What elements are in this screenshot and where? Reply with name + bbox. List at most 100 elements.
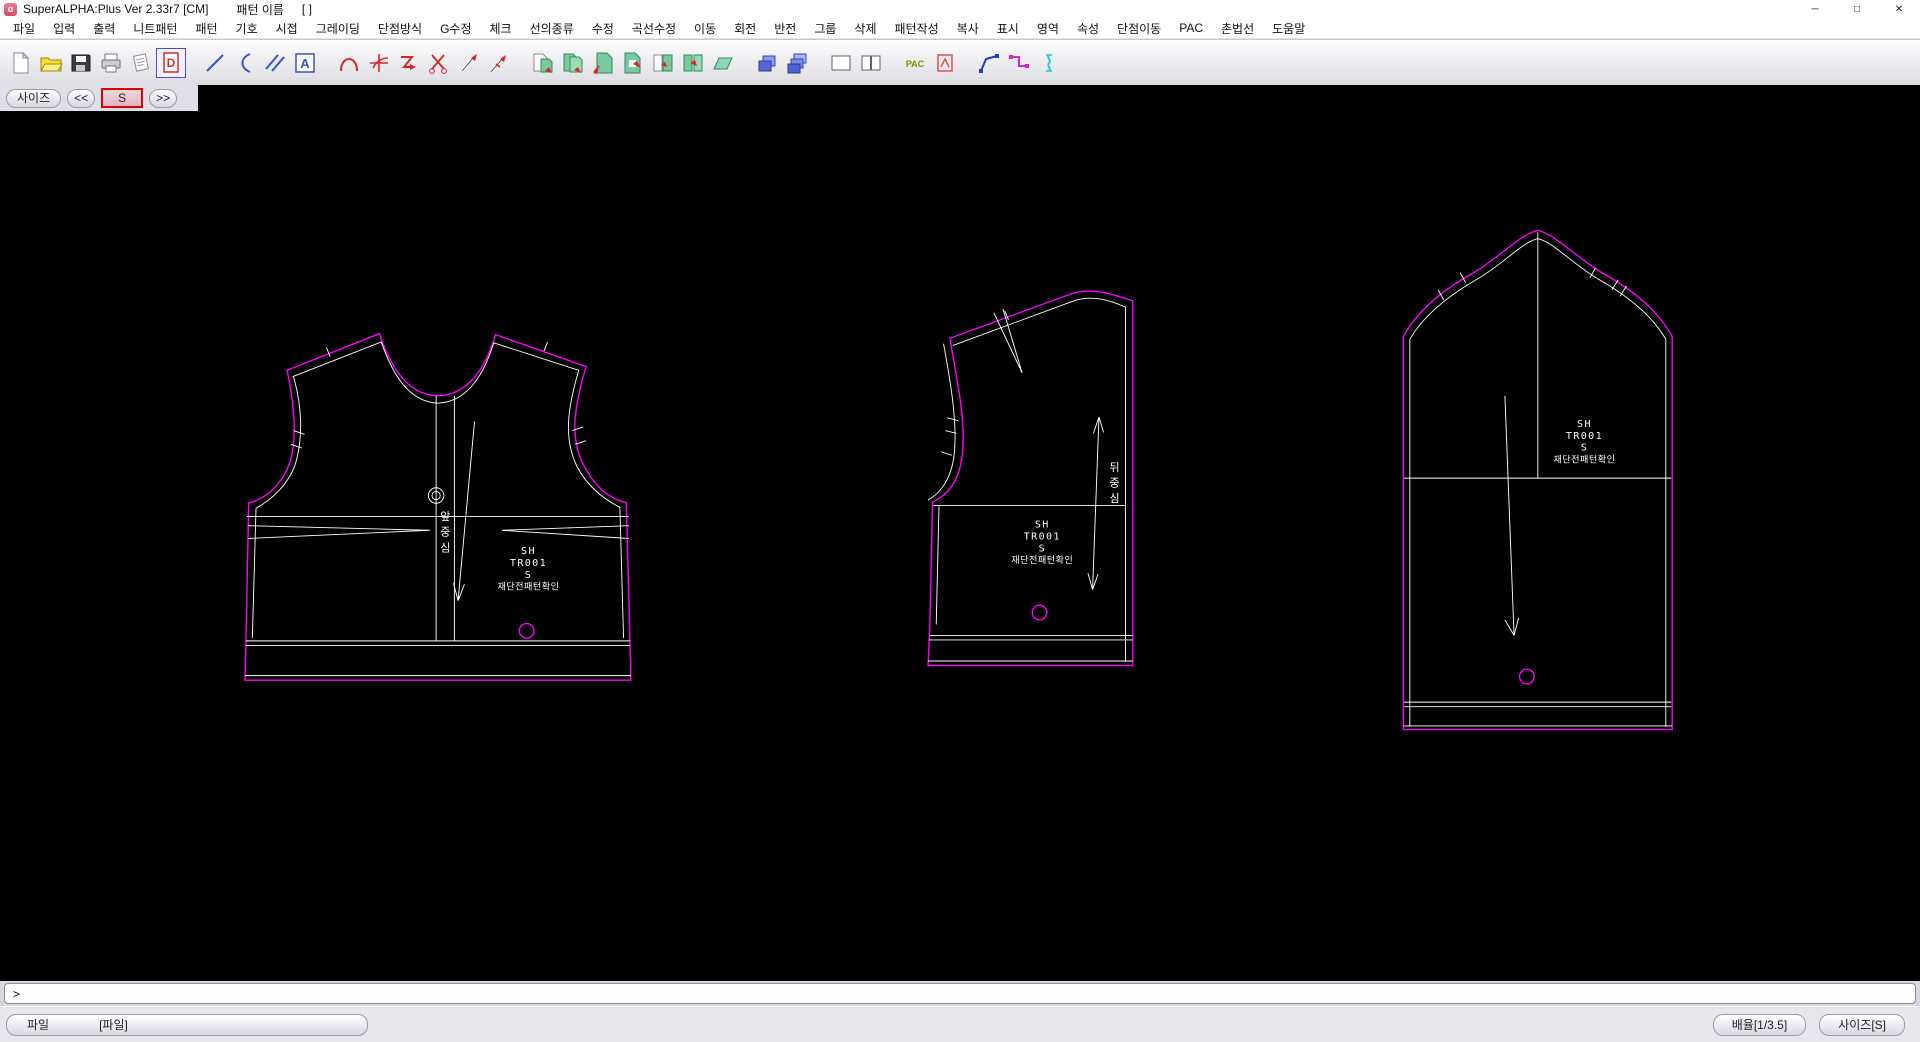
menu-item-property[interactable]: 속성 [1068, 20, 1108, 37]
minimize-button[interactable]: ─ [1794, 0, 1836, 18]
command-input[interactable]: > [4, 983, 1916, 1004]
menu-item-file[interactable]: 파일 [4, 20, 44, 37]
menu-item-edit[interactable]: 수정 [583, 20, 623, 37]
line-tool-button[interactable] [200, 48, 230, 78]
line-tool-icon [203, 51, 227, 75]
menu-item-knit-pattern[interactable]: 니트패턴 [124, 20, 186, 37]
print-button[interactable] [96, 48, 126, 78]
frame-tool-button[interactable] [826, 48, 856, 78]
pattern-join-icon [651, 51, 675, 75]
menu-bar: 파일 입력 출력 니트패턴 패턴 기호 시접 그레이딩 단점방식 G수정 체크 … [0, 18, 1920, 39]
menu-item-dimension-line[interactable]: 촌법선 [1212, 20, 1263, 37]
sleeve-inner-lines [1403, 232, 1672, 727]
curve-tool-button[interactable] [230, 48, 260, 78]
pattern-extract-button[interactable] [618, 48, 648, 78]
notch-slash2-icon [487, 51, 511, 75]
pattern-cut-button[interactable] [588, 48, 618, 78]
pattern-piece-back-bodice[interactable]: 뒤 중 심 SH TR001 S 재단전패턴확인 [928, 291, 1133, 665]
menu-item-copy[interactable]: 복사 [948, 20, 988, 37]
status-bar: 파일 [파일] 배율[1/3.5] 사이즈[S] [0, 1006, 1920, 1042]
status-file-value: [파일] [99, 1016, 128, 1033]
menu-item-group[interactable]: 그룹 [805, 20, 845, 37]
menu-item-point-move[interactable]: 단점이동 [1108, 20, 1170, 37]
menu-item-pattern[interactable]: 패턴 [186, 20, 226, 37]
size-status-button[interactable]: 사이즈[S] [1819, 1014, 1905, 1036]
menu-item-pac[interactable]: PAC [1170, 21, 1212, 35]
notch-slash-tool-button[interactable] [454, 48, 484, 78]
pattern-piece-front-bodice[interactable]: 앞 중 심 SH TR001 S 재단전패턴확인 [245, 334, 631, 681]
menu-item-line-type[interactable]: 선의종류 [521, 20, 583, 37]
notch-slash-icon [457, 51, 481, 75]
copy-panel-icon [755, 51, 779, 75]
arc-tool-button[interactable] [334, 48, 364, 78]
menu-item-point-method[interactable]: 단점방식 [369, 20, 431, 37]
new-document-button[interactable] [6, 48, 36, 78]
double-frame-icon [859, 51, 883, 75]
scale-button[interactable]: 배율[1/3.5] [1713, 1014, 1806, 1036]
pattern-copy-button[interactable] [558, 48, 588, 78]
close-button[interactable]: ✕ [1878, 0, 1920, 18]
svg-text:TR001: TR001 [1566, 431, 1603, 442]
back-bodice-label: SH [1035, 520, 1050, 531]
tab-size[interactable]: 사이즈 [6, 89, 61, 108]
menu-item-display[interactable]: 표시 [988, 20, 1028, 37]
menu-item-seam-allowance[interactable]: 시접 [267, 20, 307, 37]
pac-export-button[interactable]: PAC [900, 48, 930, 78]
parallel-lines-tool-button[interactable] [260, 48, 290, 78]
menu-item-rotate[interactable]: 회전 [725, 20, 765, 37]
zigzag-arrow-icon [397, 51, 421, 75]
menu-item-help[interactable]: 도움말 [1263, 20, 1314, 37]
double-frame-tool-button[interactable] [856, 48, 886, 78]
menu-item-check[interactable]: 체크 [481, 20, 521, 37]
sleeve-label: SH [1577, 419, 1592, 430]
curve-cross-tool-button[interactable] [364, 48, 394, 78]
menu-item-area[interactable]: 영역 [1028, 20, 1068, 37]
stack-panel-button[interactable] [782, 48, 812, 78]
polyline-blue-button[interactable] [974, 48, 1004, 78]
pattern-canvas-svg[interactable]: 앞 중 심 SH TR001 S 재단전패턴확인 뒤 [0, 85, 1920, 981]
svg-text:S: S [1581, 443, 1588, 454]
menu-item-output[interactable]: 출력 [84, 20, 124, 37]
pattern-new-button[interactable] [528, 48, 558, 78]
menu-item-g-edit[interactable]: G수정 [431, 20, 480, 37]
menu-item-curve-edit[interactable]: 곡선수정 [623, 20, 685, 37]
back-bodice-drill-hole [1032, 605, 1047, 620]
menu-item-mirror[interactable]: 반전 [765, 20, 805, 37]
measure-cyan-button[interactable] [1034, 48, 1064, 78]
pac-doc-button[interactable] [930, 48, 960, 78]
print-page-button[interactable] [126, 48, 156, 78]
menu-item-input[interactable]: 입력 [44, 20, 84, 37]
pattern-piece-sleeve[interactable]: SH TR001 S 재단전패턴확인 [1403, 230, 1672, 729]
polyline-blue-icon [977, 51, 1001, 75]
size-prev-button[interactable]: << [67, 89, 95, 108]
pattern-mirror-button[interactable] [678, 48, 708, 78]
parallelogram-tool-button[interactable] [708, 48, 738, 78]
menu-item-delete[interactable]: 삭제 [845, 20, 885, 37]
dxf-document-button[interactable]: D [156, 48, 186, 78]
open-folder-button[interactable] [36, 48, 66, 78]
scissors-tool-button[interactable] [424, 48, 454, 78]
menu-item-grading[interactable]: 그레이딩 [307, 20, 369, 37]
measure-cyan-icon [1037, 51, 1061, 75]
pattern-mirror-icon [681, 51, 705, 75]
copy-panel-button[interactable] [752, 48, 782, 78]
size-next-button[interactable]: >> [149, 89, 177, 108]
printer-icon [99, 51, 123, 75]
menu-item-symbol[interactable]: 기호 [227, 20, 267, 37]
text-tool-icon: A [293, 51, 317, 75]
svg-text:재단전패턴확인: 재단전패턴확인 [1011, 554, 1073, 566]
menu-item-move[interactable]: 이동 [685, 20, 725, 37]
drawing-canvas[interactable]: 앞 중 심 SH TR001 S 재단전패턴확인 뒤 [0, 85, 1920, 981]
save-button[interactable] [66, 48, 96, 78]
polyline-magenta-button[interactable] [1004, 48, 1034, 78]
maximize-button[interactable]: □ [1836, 0, 1878, 18]
pattern-join-button[interactable] [648, 48, 678, 78]
status-file-box: 파일 [파일] [6, 1014, 368, 1036]
front-bodice-drill-hole [519, 624, 534, 639]
zigzag-arrow-tool-button[interactable] [394, 48, 424, 78]
polyline-magenta-icon [1007, 51, 1031, 75]
notch-slash-tool2-button[interactable] [484, 48, 514, 78]
text-tool-button[interactable]: A [290, 48, 320, 78]
menu-item-pattern-make[interactable]: 패턴작성 [886, 20, 948, 37]
current-size-box[interactable]: S [101, 88, 143, 108]
